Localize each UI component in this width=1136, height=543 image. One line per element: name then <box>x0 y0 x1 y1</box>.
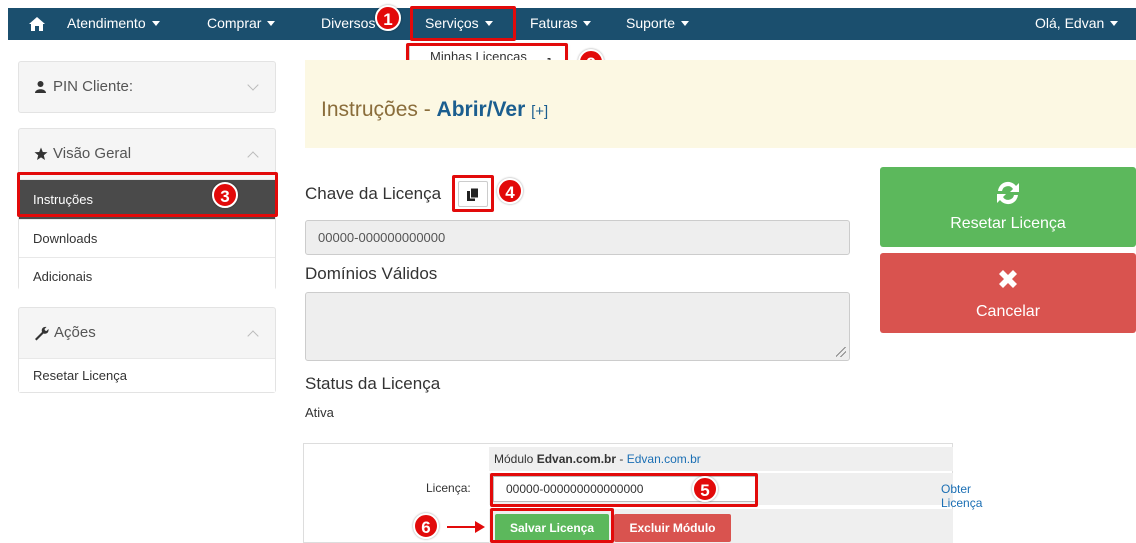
valid-domains-field[interactable] <box>305 292 850 361</box>
nav-atendimento[interactable]: Atendimento <box>67 8 160 40</box>
get-license-link[interactable]: Obter Licença <box>941 482 982 510</box>
highlight-save-button <box>490 508 614 543</box>
actions-panel: Ações Resetar Licença <box>18 307 276 393</box>
nav-faturas[interactable]: Faturas <box>530 8 592 40</box>
chevron-up-icon <box>247 330 259 342</box>
cancel-label: Cancelar <box>975 303 1041 320</box>
highlight-servicos <box>410 6 516 41</box>
reset-license-label: Resetar Licença <box>950 215 1066 232</box>
instructions-alert: Instruções - Abrir/Ver [+] <box>305 60 1136 148</box>
instructions-heading: Instruções - Abrir/Ver [+] <box>321 98 549 121</box>
license-status-value: Ativa <box>305 405 334 420</box>
nav-user-menu[interactable]: Olá, Edvan <box>1035 8 1119 40</box>
overview-title: Visão Geral <box>53 145 132 162</box>
step-badge-6: 6 <box>413 513 439 539</box>
module-site-link[interactable]: Edvan.com.br <box>627 452 701 466</box>
chevron-down-icon <box>267 21 276 26</box>
nav-diversos[interactable]: Diversos <box>321 8 375 40</box>
get-license-link-wrap: Obter Licença <box>941 482 982 510</box>
actions-panel-header[interactable]: Ações <box>19 308 275 358</box>
step-badge-1: 1 <box>375 5 401 31</box>
close-icon <box>999 270 1017 288</box>
highlight-copy-button <box>452 175 494 212</box>
step-badge-4: 4 <box>497 178 523 204</box>
home-icon[interactable] <box>28 15 46 33</box>
sidebar-item-downloads[interactable]: Downloads <box>19 219 275 257</box>
arrow-right-icon <box>447 521 485 533</box>
pin-label: PIN Cliente: <box>53 78 134 95</box>
module-license-label: Licença: <box>426 481 471 495</box>
refresh-icon <box>997 181 1019 205</box>
navbar-bar: Atendimento Comprar Diversos Serviços Fa… <box>8 8 1136 40</box>
step-badge-5: 5 <box>692 476 718 502</box>
valid-domains-label: Domínios Válidos <box>305 264 438 283</box>
cancel-button[interactable]: Cancelar <box>880 253 1136 333</box>
top-navbar: Atendimento Comprar Diversos Serviços Fa… <box>0 0 1136 42</box>
wrench-icon <box>35 326 49 341</box>
highlight-instrucoes <box>17 172 278 217</box>
instructions-open-link[interactable]: Abrir/Ver <box>437 98 526 121</box>
chevron-down-icon <box>681 21 690 26</box>
chevron-down-icon <box>583 21 592 26</box>
step-badge-3: 3 <box>212 182 238 208</box>
sidebar-item-adicionais[interactable]: Adicionais <box>19 257 275 295</box>
pin-panel: PIN Cliente: <box>18 61 276 113</box>
module-title-row: Módulo Edvan.com.br - Edvan.com.br <box>489 447 953 471</box>
chevron-down-icon <box>247 79 259 91</box>
license-status-label: Status da Licença <box>305 374 441 393</box>
nav-comprar[interactable]: Comprar <box>207 8 276 40</box>
chevron-up-icon <box>247 151 259 163</box>
resize-grip-icon[interactable] <box>836 347 846 357</box>
nav-suporte[interactable]: Suporte <box>626 8 690 40</box>
chevron-down-icon <box>1110 21 1119 26</box>
pin-panel-header[interactable]: PIN Cliente: <box>19 62 275 112</box>
actions-title: Ações <box>54 324 96 341</box>
delete-module-button[interactable]: Excluir Módulo <box>614 514 731 542</box>
user-icon <box>35 81 46 93</box>
license-key-label: Chave da Licença <box>305 184 442 203</box>
license-key-field[interactable]: 00000-000000000000 <box>305 220 850 255</box>
sidebar-item-resetar-licenca[interactable]: Resetar Licença <box>19 358 275 392</box>
star-icon <box>34 147 48 160</box>
instructions-expand-toggle[interactable]: [+] <box>531 103 548 120</box>
chevron-down-icon <box>151 21 160 26</box>
reset-license-button[interactable]: Resetar Licença <box>880 167 1136 247</box>
